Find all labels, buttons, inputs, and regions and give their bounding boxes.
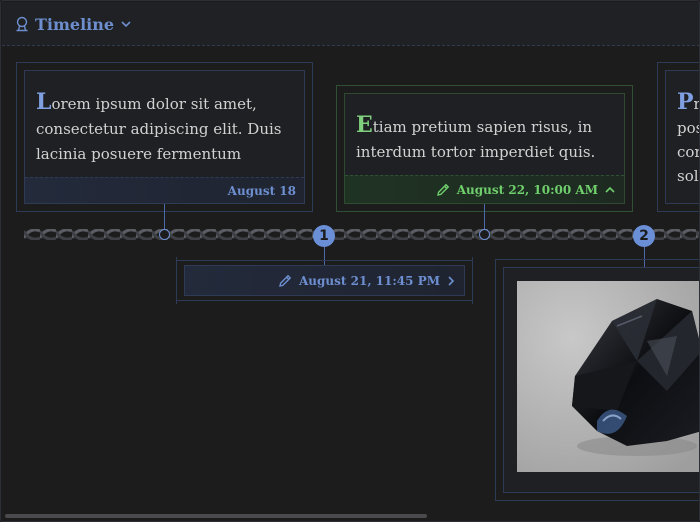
timeline-window: Timeline Lorem ipsum dolor sit amet, con… <box>0 0 700 522</box>
timeline-menu-button[interactable]: Timeline <box>15 12 132 36</box>
timeline-marker-2[interactable]: 2 <box>633 225 655 247</box>
card-body-text: Etiam pretium sapien risus, in interdum … <box>356 112 596 162</box>
pencil-icon[interactable] <box>277 273 293 289</box>
page-title: Timeline <box>35 14 115 34</box>
horizontal-scrollbar[interactable] <box>2 513 699 520</box>
timeline-marker-dot[interactable] <box>159 229 170 240</box>
chevron-right-icon[interactable] <box>446 275 456 287</box>
card-date: August 18 <box>25 177 304 203</box>
timeline-marker-dot[interactable] <box>479 229 490 240</box>
card-date-label: August 21, 11:45 PM <box>299 273 440 288</box>
dropcap-letter: E <box>356 112 373 138</box>
scrollbar-thumb[interactable] <box>5 514 427 518</box>
obsidian-photo <box>517 281 699 472</box>
timeline-marker-1[interactable]: 1 <box>313 225 335 247</box>
timeline-card-collapsed[interactable]: August 21, 11:45 PM <box>176 257 473 304</box>
timeline-card-1[interactable]: Lorem ipsum dolor sit amet, consectetur … <box>16 62 313 212</box>
card-date-label: August 18 <box>227 183 296 198</box>
connector-stem <box>644 247 645 267</box>
connector-stem <box>324 247 325 267</box>
chevron-down-icon <box>120 19 132 29</box>
toolbar: Timeline <box>2 2 699 46</box>
dropcap-letter: P <box>677 89 694 115</box>
card-date-label: August 22, 10:00 AM <box>456 182 598 197</box>
award-ribbon-icon <box>15 16 29 32</box>
dropcap-letter: L <box>36 89 52 115</box>
timeline-card-image[interactable] <box>495 259 699 501</box>
card-date: August 22, 10:00 AM <box>345 175 624 203</box>
card-body-text: Pre pos cor soll <box>677 89 700 185</box>
chevron-up-icon[interactable] <box>604 185 616 195</box>
timeline-card-2[interactable]: Etiam pretium sapien risus, in interdum … <box>336 85 633 212</box>
timeline-card-3[interactable]: Pre pos cor soll <box>657 62 700 212</box>
card-body-text: Lorem ipsum dolor sit amet, consectetur … <box>36 89 282 164</box>
pencil-icon[interactable] <box>435 182 451 198</box>
card-date: August 21, 11:45 PM <box>185 266 464 295</box>
timeline-axis <box>24 229 699 240</box>
